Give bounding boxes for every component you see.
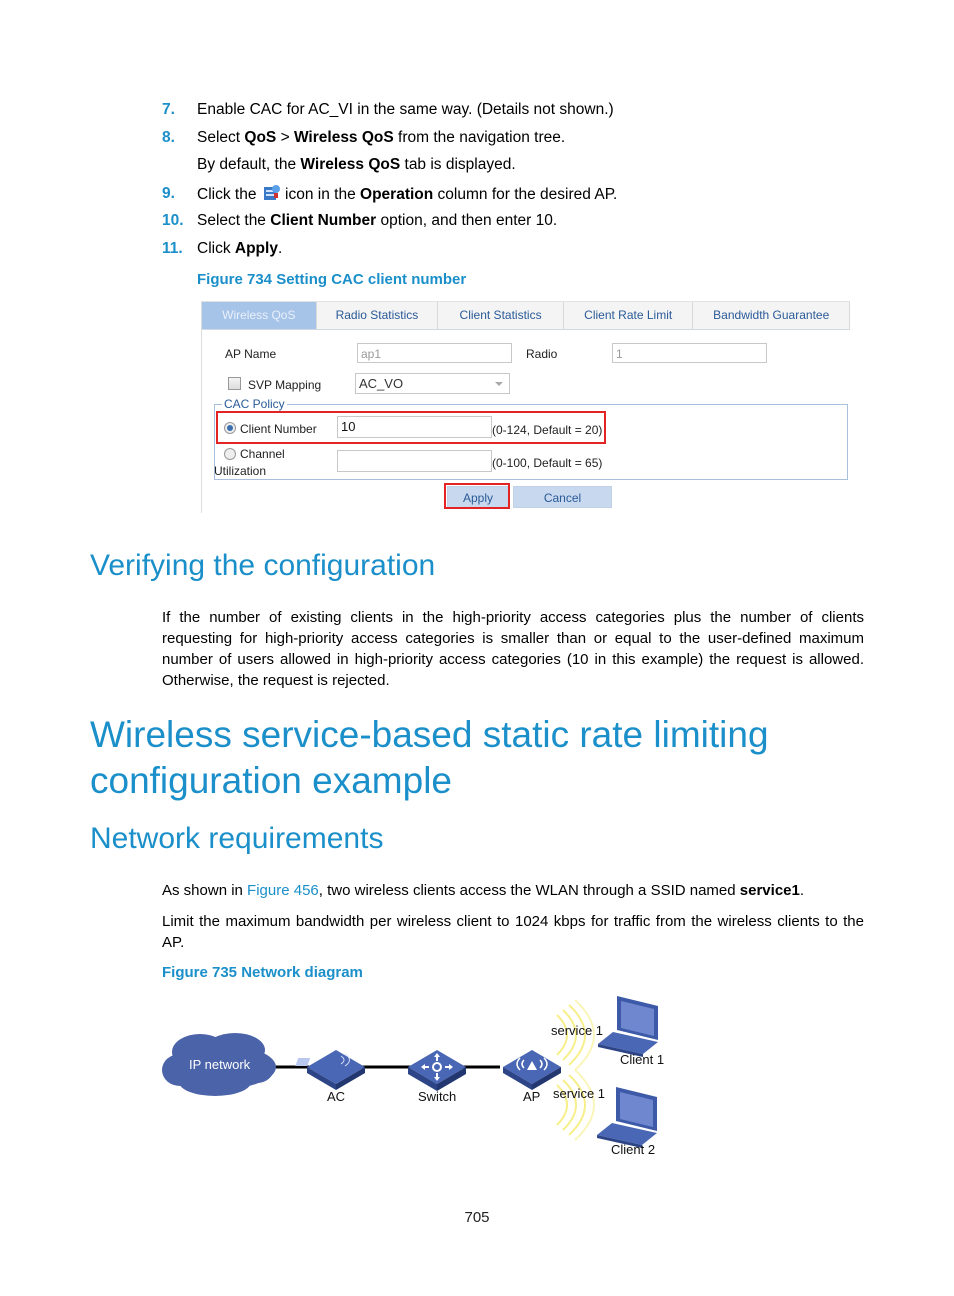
step-text: Select QoS > Wireless QoS from the navig… <box>197 128 565 148</box>
page-number: 705 <box>464 1209 490 1226</box>
text-run: Click the <box>197 186 261 203</box>
step-number: 11. <box>162 240 183 257</box>
step-number: 8. <box>162 129 175 146</box>
channel-utilization-label-line1: Channel <box>240 447 285 461</box>
text-run: column for the desired AP. <box>433 186 618 203</box>
client-2-label: Client 2 <box>611 1142 656 1157</box>
tab-bandwidth-guarantee[interactable]: Bandwidth Guarantee <box>693 302 850 329</box>
tab-client-statistics[interactable]: Client Statistics <box>438 302 564 329</box>
tab-radio-statistics[interactable]: Radio Statistics <box>317 302 439 329</box>
apply-highlight <box>444 483 510 509</box>
laptop-icon <box>598 996 658 1057</box>
cancel-button[interactable]: Cancel <box>513 486 612 508</box>
bold-term: Wireless QoS <box>300 156 401 173</box>
bold-term: Apply <box>234 240 278 257</box>
ap-label: AP <box>523 1089 541 1104</box>
step-number: 7. <box>162 101 175 118</box>
channel-utilization-field[interactable] <box>337 450 492 472</box>
chapter-heading: Wireless service-based static rate limit… <box>90 712 769 804</box>
ssid-label-1: service 1 <box>551 1023 604 1038</box>
text-run: Enable CAC for AC_VI in the same way. (D… <box>197 101 614 118</box>
tab-wireless-qos[interactable]: Wireless QoS <box>202 302 317 329</box>
laptop-icon <box>597 1087 657 1148</box>
ac-label: AC <box>327 1089 346 1104</box>
ac-device-icon <box>295 1050 365 1090</box>
text-run: option, and then enter 10. <box>376 212 558 229</box>
switch-label: Switch <box>418 1089 457 1104</box>
svp-mapping-select[interactable]: AC_VO <box>355 373 510 394</box>
client-1-label: Client 1 <box>620 1052 665 1067</box>
ssid-name: service1 <box>739 882 800 899</box>
client-number-highlight <box>216 411 606 444</box>
step-text: Click Apply. <box>197 239 282 259</box>
bold-term: Operation <box>360 186 434 203</box>
svp-mapping-label: SVP Mapping <box>248 378 322 392</box>
figure-456-link[interactable]: Figure 456 <box>247 882 319 899</box>
text-run: from the navigation tree. <box>393 129 566 146</box>
network-requirements-p1: As shown in Figure 456, two wireless cli… <box>162 880 864 901</box>
figure-734-caption: Figure 734 Setting CAC client number <box>197 271 467 288</box>
step-text: By default, the Wireless QoS tab is disp… <box>197 155 516 175</box>
switch-device-icon <box>408 1050 466 1091</box>
channel-utilization-label-line2: Utilization <box>214 464 267 478</box>
svp-mapping-checkbox[interactable] <box>228 377 241 390</box>
chevron-down-icon <box>495 382 503 386</box>
bold-term: Client Number <box>270 212 377 229</box>
cac-policy-legend: CAC Policy <box>222 397 287 411</box>
step-number: 10. <box>162 212 184 229</box>
ssid-label-2: service 1 <box>553 1086 606 1101</box>
radio-field[interactable]: 1 <box>612 343 767 363</box>
wireless-signal-icon <box>556 999 595 1141</box>
wireless-qos-screenshot: Wireless QoS Radio Statistics Client Sta… <box>201 301 852 513</box>
figure-735-caption: Figure 735 Network diagram <box>162 964 363 981</box>
text-run: Select the <box>197 212 271 229</box>
ip-network-label: IP network <box>189 1057 251 1072</box>
p1-text-before: As shown in <box>162 882 248 899</box>
radio-label: Radio <box>526 347 558 361</box>
network-requirements-p2: Limit the maximum bandwidth per wireless… <box>162 913 864 951</box>
verifying-paragraph: If the number of existing clients in the… <box>162 609 864 689</box>
text-run: By default, the <box>197 156 301 173</box>
ap-name-field[interactable]: ap1 <box>357 343 512 363</box>
svp-mapping-value: AC_VO <box>359 376 404 391</box>
step-text: Select the Client Number option, and the… <box>197 211 557 231</box>
network-requirements-heading: Network requirements <box>90 822 384 855</box>
text-run: Select <box>197 129 245 146</box>
bold-term: QoS <box>244 129 277 146</box>
verifying-heading: Verifying the configuration <box>90 549 436 582</box>
chapter-heading-line2: configuration example <box>90 760 452 801</box>
tab-client-rate-limit[interactable]: Client Rate Limit <box>564 302 694 329</box>
step-number: 9. <box>162 185 175 202</box>
text-run: > <box>276 129 294 146</box>
channel-utilization-radio[interactable] <box>224 448 236 460</box>
chapter-heading-line1: Wireless service-based static rate limit… <box>90 714 769 755</box>
step-text: Click the icon in the Operation column f… <box>197 184 617 205</box>
p1-text-after: . <box>799 882 805 899</box>
channel-utilization-hint: (0-100, Default = 65) <box>492 456 603 470</box>
ap-name-label: AP Name <box>225 347 277 361</box>
text-run: tab is displayed. <box>400 156 516 173</box>
text-run: icon in the <box>280 186 361 203</box>
operation-icon <box>262 184 280 201</box>
text-run: Click <box>197 240 235 257</box>
ap-device-icon <box>503 1050 561 1090</box>
step-text: Enable CAC for AC_VI in the same way. (D… <box>197 100 614 120</box>
network-diagram: IP network AC Switch AP service 1 servic… <box>155 990 695 1170</box>
tab-bar: Wireless QoS Radio Statistics Client Sta… <box>202 301 850 330</box>
text-run: . <box>277 240 283 257</box>
p1-text-middle: , two wireless clients access the WLAN t… <box>318 882 740 899</box>
bold-term: Wireless QoS <box>293 129 394 146</box>
